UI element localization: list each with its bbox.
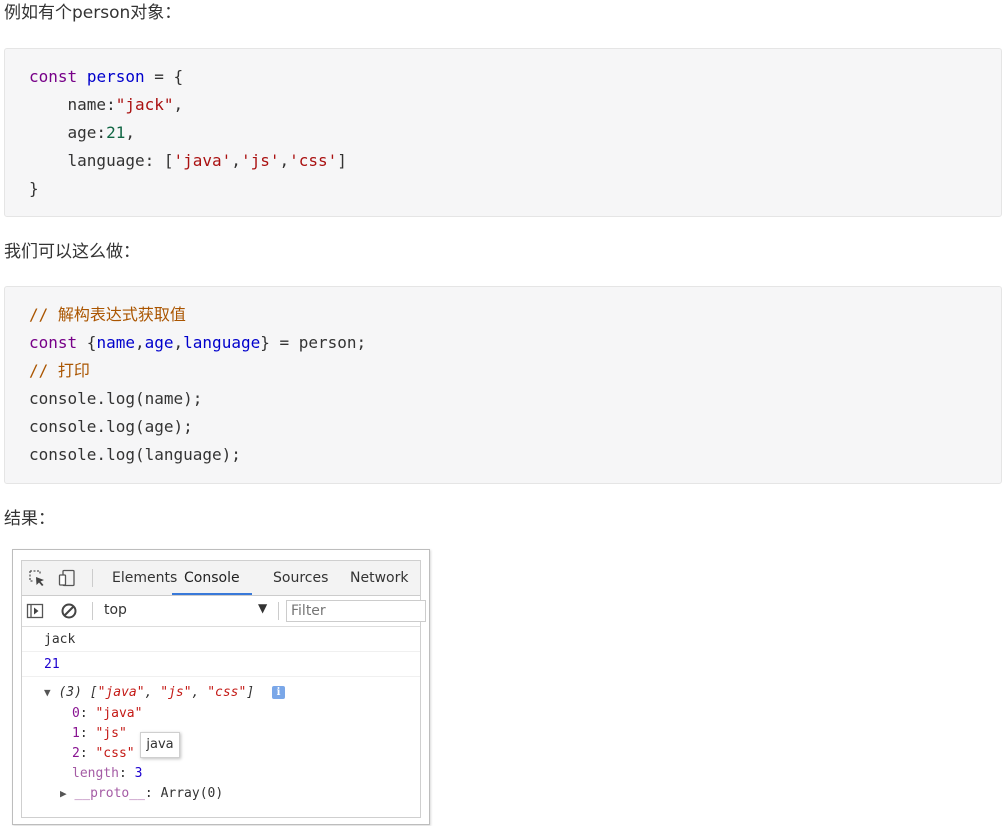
array-item-row: 0: "java" xyxy=(72,706,143,721)
item-value: "js" xyxy=(95,726,127,741)
toolbar-divider xyxy=(92,602,93,620)
code-text: , xyxy=(125,123,135,142)
item-key: 0 xyxy=(72,706,80,721)
array-value: "js" xyxy=(160,685,192,700)
string-value: 'js' xyxy=(240,151,280,170)
log-text: jack xyxy=(44,632,76,647)
console-filter-bar: top ▼ xyxy=(22,596,426,627)
item-value: "java" xyxy=(95,706,143,721)
code-text: , xyxy=(173,95,184,114)
variable-name: person xyxy=(86,67,145,86)
context-selector[interactable]: top xyxy=(104,602,127,618)
tab-network[interactable]: Network xyxy=(350,561,408,595)
console-message: jack xyxy=(22,627,420,652)
code-line: console.log(age); xyxy=(29,413,1001,441)
number-value: 21 xyxy=(106,123,126,142)
devtools-screenshot: Elements Console Sources Network top ▼ F… xyxy=(12,549,430,825)
code-line: age:21, xyxy=(29,119,1001,147)
string-value: 'java' xyxy=(173,151,232,170)
item-value: "css" xyxy=(95,746,135,761)
array-length-row: length: 3 xyxy=(72,766,143,781)
code-text: = { xyxy=(144,67,184,86)
array-suffix: ] xyxy=(246,685,255,700)
code-line: const person = { xyxy=(29,63,1001,91)
devtools-panel: Elements Console Sources Network top ▼ F… xyxy=(21,560,426,818)
variable-name: language xyxy=(183,333,261,352)
code-line: name:"jack", xyxy=(29,91,1001,119)
string-value: 'css' xyxy=(289,151,338,170)
code-text: } xyxy=(29,179,39,198)
item-key: 1 xyxy=(72,726,80,741)
property-key: language: [ xyxy=(29,151,174,170)
code-text: console.log(language); xyxy=(29,445,241,464)
result-text: 结果： xyxy=(4,509,55,529)
expand-arrow-icon[interactable]: ▶ xyxy=(60,787,67,800)
code-text: , xyxy=(173,333,184,352)
array-value: "java" xyxy=(97,685,145,700)
property-key: name: xyxy=(29,95,116,114)
code-line: console.log(language); xyxy=(29,441,1001,469)
code-line: console.log(name); xyxy=(29,385,1001,413)
array-separator: , xyxy=(144,685,161,700)
code-comment: // 打印 xyxy=(29,361,90,380)
toolbar-divider xyxy=(278,602,279,620)
code-block-destructuring: // 解构表达式获取值 const {name,age,language} = … xyxy=(4,286,1002,484)
proto-key: __proto__ xyxy=(74,786,145,801)
keyword: const xyxy=(29,333,78,352)
length-key: length xyxy=(72,766,119,781)
code-text: console.log(age); xyxy=(29,417,193,436)
log-number: 21 xyxy=(44,657,60,672)
toolbar-divider xyxy=(92,569,93,587)
code-line: const {name,age,language} = person; xyxy=(29,329,1001,357)
variable-name: name xyxy=(96,333,135,352)
devtools-tabbar: Elements Console Sources Network xyxy=(22,561,420,596)
code-comment: // 解构表达式获取值 xyxy=(29,305,186,324)
keyword: const xyxy=(29,67,78,86)
dropdown-arrow-icon[interactable]: ▼ xyxy=(258,601,267,615)
code-line: // 解构表达式获取值 xyxy=(29,301,1001,329)
string-value: "jack" xyxy=(115,95,174,114)
code-text: , xyxy=(231,151,241,170)
array-item-row: 2: "css" xyxy=(72,746,135,761)
inspect-element-icon[interactable] xyxy=(28,569,46,587)
code-text: } = person; xyxy=(260,333,367,352)
length-value: 3 xyxy=(134,766,143,781)
code-line: } xyxy=(29,175,1001,203)
middle-text: 我们可以这么做： xyxy=(4,242,140,262)
hover-tooltip: java xyxy=(140,732,180,758)
code-line: // 打印 xyxy=(29,357,1001,385)
tab-elements[interactable]: Elements xyxy=(112,561,177,595)
array-value: "css" xyxy=(207,685,247,700)
property-key: age: xyxy=(29,123,107,142)
array-prefix: (3) [ xyxy=(58,685,98,700)
code-text: , xyxy=(134,333,145,352)
code-text: ] xyxy=(337,151,347,170)
info-icon[interactable]: i xyxy=(272,686,285,699)
show-drawer-icon[interactable] xyxy=(26,602,44,620)
code-text: console.log(name); xyxy=(29,389,203,408)
item-key: 2 xyxy=(72,746,80,761)
code-line: language: ['java','js','css'] xyxy=(29,147,1001,175)
code-text: { xyxy=(77,333,97,352)
intro-text: 例如有个person对象： xyxy=(4,3,182,23)
expand-arrow-icon[interactable]: ▼ xyxy=(44,686,51,699)
array-proto-row[interactable]: ▶ __proto__: Array(0) xyxy=(60,786,223,801)
code-text: , xyxy=(279,151,290,170)
array-item-row: 1: "js" xyxy=(72,726,127,741)
device-toolbar-icon[interactable] xyxy=(58,569,76,587)
variable-name: age xyxy=(144,333,174,352)
code-block-person: const person = { name:"jack", age:21, la… xyxy=(4,48,1002,217)
console-message: 21 xyxy=(22,652,420,677)
tab-console[interactable]: Console xyxy=(172,561,252,595)
filter-input[interactable] xyxy=(286,600,426,622)
clear-console-icon[interactable] xyxy=(60,602,78,620)
array-summary-row[interactable]: ▼ (3) ["java", "js", "css"] xyxy=(44,685,254,700)
tab-sources[interactable]: Sources xyxy=(273,561,328,595)
proto-value: Array(0) xyxy=(160,786,224,801)
array-separator: , xyxy=(191,685,208,700)
